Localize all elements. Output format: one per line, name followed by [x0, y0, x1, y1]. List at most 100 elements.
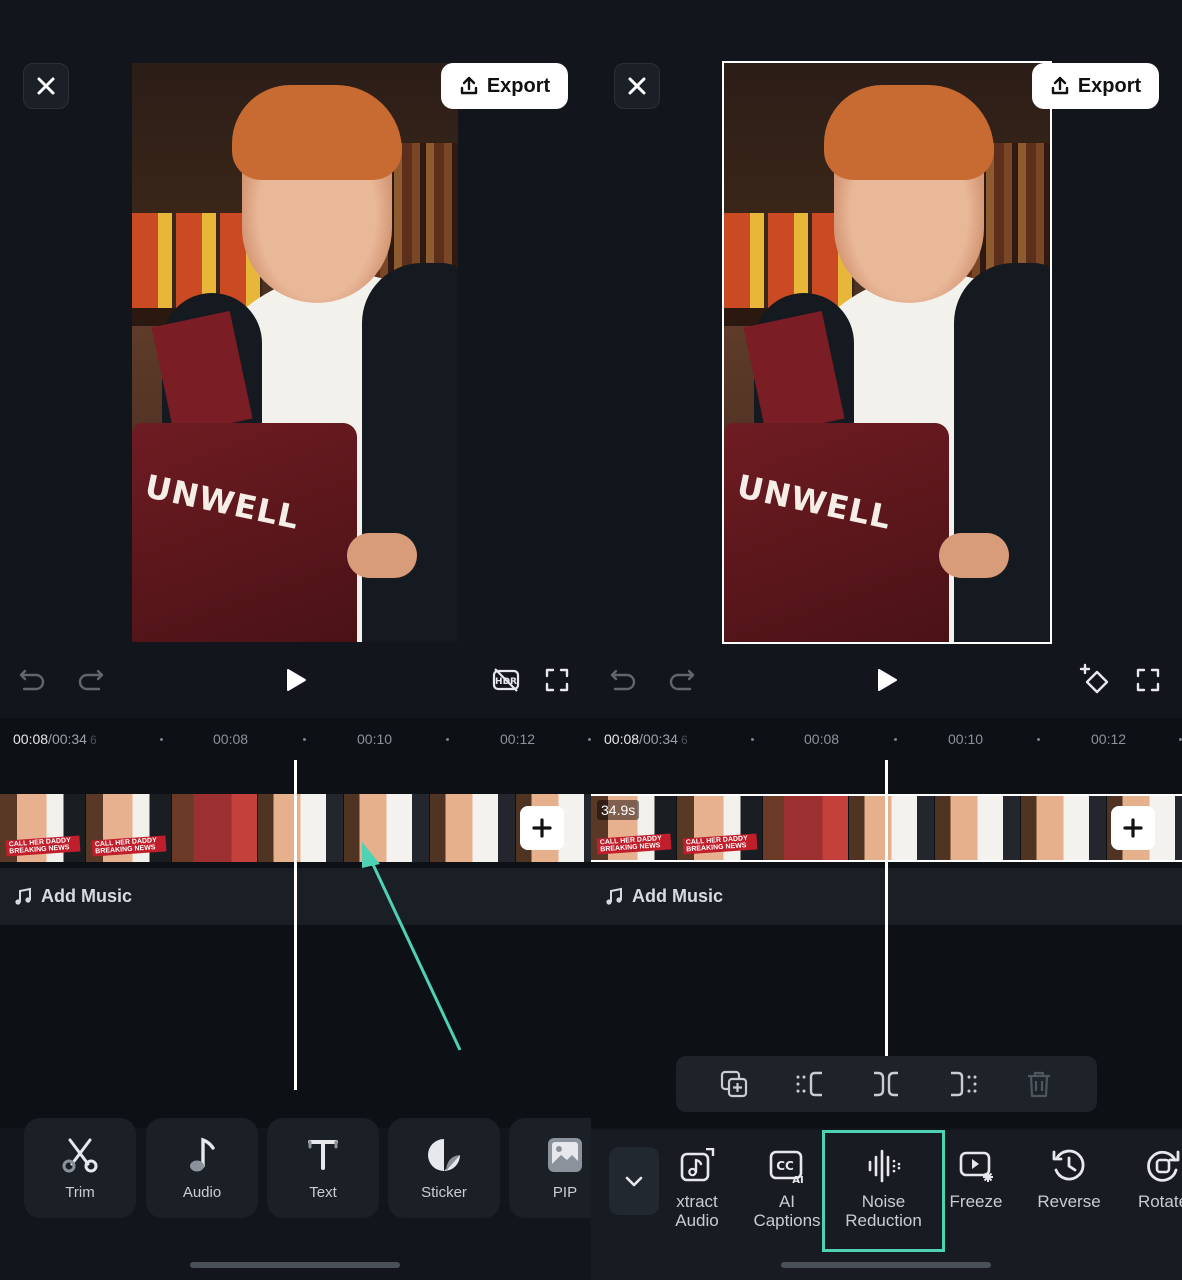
home-indicator — [781, 1262, 991, 1268]
undo-icon — [19, 669, 45, 691]
redo-icon — [669, 669, 695, 691]
tool-audio[interactable]: Audio — [146, 1118, 258, 1218]
current-time: 00:08 — [604, 731, 640, 747]
home-indicator — [190, 1262, 400, 1268]
editor-panel-left: UNWELL Export HDR 00:08/00:34 6 00:08 00… — [0, 0, 591, 1280]
split-right-icon — [950, 1071, 977, 1097]
playhead[interactable] — [885, 760, 888, 1056]
tool-label: Rotate — [1137, 1192, 1182, 1211]
ai-captions-icon: CC AI — [769, 1150, 804, 1184]
rotate-icon — [1147, 1150, 1180, 1182]
tick-label: 00:10 — [948, 731, 984, 747]
sticker-icon — [428, 1138, 460, 1171]
clip-edit-bar — [676, 1056, 1097, 1112]
split-button[interactable] — [871, 1069, 901, 1099]
redo-icon — [78, 669, 104, 691]
keyframe-add-icon — [1079, 663, 1109, 694]
reverse-icon — [1052, 1149, 1085, 1181]
close-button[interactable] — [23, 63, 69, 109]
timecode: 00:08/00:34 6 — [604, 731, 688, 747]
hdr-toggle[interactable]: HDR — [489, 655, 523, 705]
tool-sticker[interactable]: Sticker — [388, 1118, 500, 1218]
clip-thumbnail — [763, 796, 849, 860]
preview-area: UNWELL Export — [591, 0, 1182, 718]
trash-icon — [1027, 1071, 1050, 1098]
split-icon — [874, 1071, 899, 1097]
play-button[interactable] — [281, 655, 311, 705]
tool-label: Audio — [182, 1183, 222, 1201]
noise-reduction-icon — [868, 1149, 900, 1183]
delete-button[interactable] — [1024, 1069, 1054, 1099]
close-button[interactable] — [614, 63, 660, 109]
preview-area: UNWELL Export HDR — [0, 0, 591, 718]
play-icon — [287, 669, 306, 691]
undo-icon — [610, 669, 636, 691]
svg-text:CC: CC — [776, 1159, 794, 1173]
timeline-ruler[interactable]: 00:08/00:34 6 00:08 00:10 00:12 — [591, 718, 1182, 760]
close-icon — [37, 77, 55, 95]
add-clip-button[interactable] — [1111, 806, 1155, 850]
split-left-icon — [796, 1071, 823, 1097]
redo-button[interactable] — [76, 655, 106, 705]
tick-label: 00:12 — [1091, 731, 1127, 747]
clip-toolbar: xtract Audio CC AI AI Captions Noise Reducti… — [591, 1130, 1182, 1280]
scissors-icon — [62, 1138, 98, 1172]
close-icon — [628, 77, 646, 95]
tool-text[interactable]: Text — [267, 1118, 379, 1218]
upload-icon — [1051, 76, 1069, 95]
keyframe-button[interactable] — [1078, 655, 1114, 705]
export-button[interactable]: Export — [441, 63, 568, 109]
clip-thumbnail — [1021, 796, 1107, 860]
fullscreen-button[interactable] — [542, 655, 572, 705]
total-time-fraction: 6 — [680, 733, 688, 747]
main-toolbar: Trim Audio Text Sticker PIP — [0, 1118, 591, 1218]
undo-button[interactable] — [608, 655, 638, 705]
extract-audio-icon — [680, 1148, 715, 1182]
duplicate-button[interactable] — [719, 1069, 749, 1099]
video-preview[interactable]: UNWELL — [722, 61, 1052, 644]
fullscreen-button[interactable] — [1133, 655, 1163, 705]
clip-thumbnail — [849, 796, 935, 860]
music-note-icon — [606, 887, 622, 905]
tool-rotate[interactable]: Rotate — [1107, 1148, 1182, 1258]
export-label: Export — [1077, 74, 1142, 97]
add-music-label: Add Music — [632, 886, 724, 906]
tool-label: Text — [309, 1183, 337, 1201]
upload-icon — [460, 76, 478, 95]
fullscreen-icon — [1136, 668, 1160, 692]
export-label: Export — [486, 74, 551, 97]
redo-button[interactable] — [667, 655, 697, 705]
annotation-arrow — [362, 842, 462, 1051]
undo-button[interactable] — [17, 655, 47, 705]
timeline[interactable]: 00:08/00:34 6 00:08 00:10 00:12 CALL HER … — [0, 718, 591, 1128]
clip-duration-badge: 34.9s — [597, 800, 640, 820]
tool-label: Reverse — [1037, 1192, 1101, 1211]
playback-controls — [591, 655, 1182, 705]
split-right-button[interactable] — [948, 1069, 978, 1099]
tool-label: Freeze — [949, 1192, 1003, 1211]
split-left-button[interactable] — [795, 1069, 825, 1099]
clip-thumbnail: CALL HER DADDY BREAKING NEWS — [677, 796, 763, 860]
tool-label: Trim — [65, 1183, 95, 1201]
export-button[interactable]: Export — [1032, 63, 1159, 109]
image-icon — [548, 1137, 582, 1172]
plus-icon — [1123, 818, 1143, 838]
total-time: 00:34 — [642, 731, 678, 747]
tool-trim[interactable]: Trim — [24, 1118, 136, 1218]
play-button[interactable] — [872, 655, 902, 705]
tool-label: Sticker — [421, 1183, 467, 1201]
music-note-icon — [190, 1137, 215, 1171]
play-icon — [878, 669, 897, 691]
svg-text:AI: AI — [792, 1175, 803, 1184]
editor-panel-right: UNWELL Export 00:08/00:34 6 00:08 00:10 … — [591, 0, 1182, 1280]
playback-controls: HDR — [0, 655, 591, 705]
tick-label: 00:08 — [804, 731, 840, 747]
tool-pip[interactable]: PIP — [509, 1118, 591, 1218]
hdr-off-icon: HDR — [492, 668, 520, 692]
tool-label: Noise Reduction — [845, 1192, 922, 1230]
video-preview[interactable]: UNWELL — [132, 63, 458, 642]
fullscreen-icon — [545, 668, 569, 692]
duplicate-icon — [720, 1070, 748, 1098]
tool-label: PIP — [552, 1183, 578, 1201]
tool-label: AI Captions — [753, 1192, 821, 1230]
